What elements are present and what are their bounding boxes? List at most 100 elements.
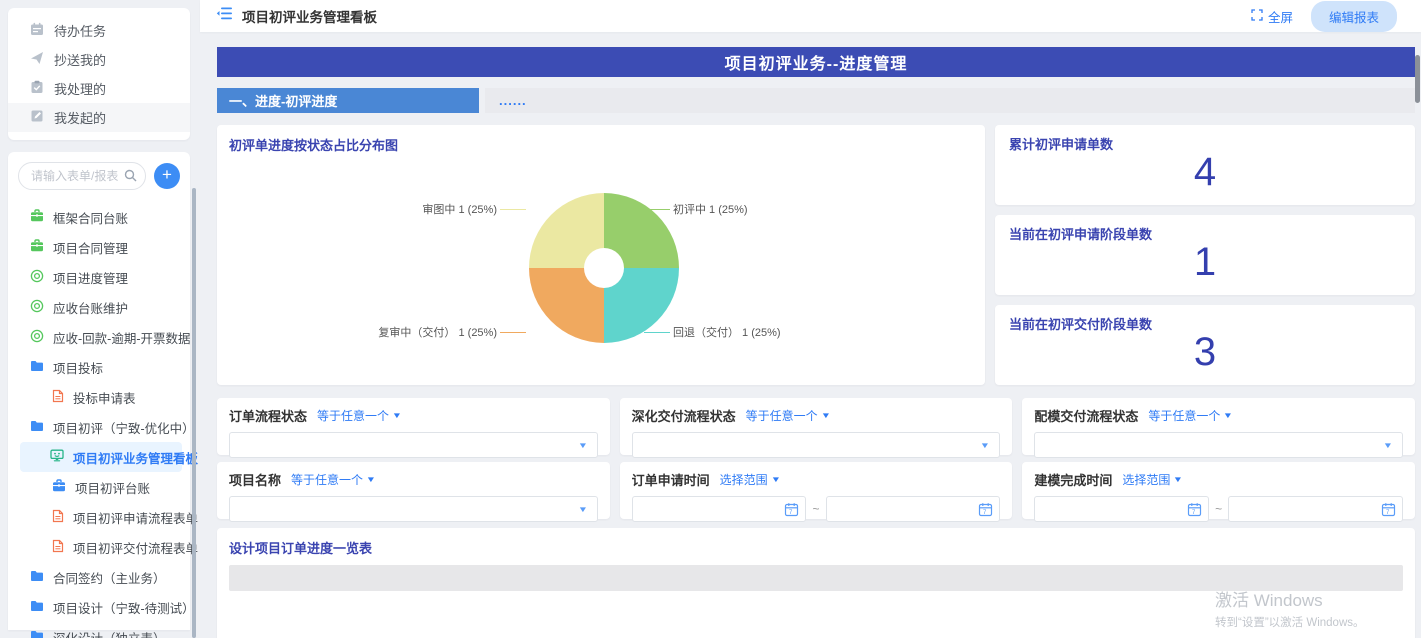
sidebar: 待办任务 抄送我的 我处理的 我发起的 + — [0, 0, 200, 638]
dashboard-banner-title: 项目初评业务--进度管理 — [217, 47, 1415, 77]
fullscreen-button[interactable]: 全屏 — [1251, 7, 1293, 26]
date-input-end[interactable]: 7 — [826, 496, 1001, 522]
tree-item-project-design-folder[interactable]: 项目设计（宁致-待测试） — [8, 592, 190, 622]
target-icon — [30, 299, 44, 316]
pie-label-rolled-back: 回退（交付） 1 (25%) — [644, 324, 781, 340]
tree-item-initial-eval-ledger[interactable]: 项目初评台账 — [8, 472, 190, 502]
page-title: 项目初评业务管理看板 — [242, 6, 377, 26]
sidebar-item-label: 抄送我的 — [54, 50, 106, 69]
tree-item-label: 合同签约（主业务） — [53, 568, 166, 587]
date-input-start[interactable]: 7 — [1034, 496, 1209, 522]
add-button[interactable]: + — [154, 163, 180, 189]
tree-item-initial-eval-folder[interactable]: 项目初评（宁致-优化中） — [8, 412, 190, 442]
filter-operator[interactable]: 等于任意一个▼ — [1148, 407, 1232, 424]
edit-report-button[interactable]: 编辑报表 — [1311, 1, 1397, 32]
chevron-down-icon: ▼ — [578, 441, 588, 450]
filter-operator[interactable]: 等于任意一个▼ — [746, 407, 830, 424]
filter-operator[interactable]: 选择范围▼ — [1122, 471, 1182, 488]
chevron-down-icon: ▼ — [1383, 441, 1393, 450]
main-scrollbar[interactable] — [1415, 55, 1420, 103]
tree-item-project-contract-mgmt[interactable]: 项目合同管理 — [8, 232, 190, 262]
tree-item-project-progress-mgmt[interactable]: 项目进度管理 — [8, 262, 190, 292]
search-row: + — [8, 162, 190, 190]
document-icon — [52, 509, 64, 526]
collapse-menu-icon[interactable] — [216, 7, 232, 25]
pie-label-initial-eval: 初评中 1 (25%) — [644, 201, 748, 217]
folder-icon — [30, 360, 44, 375]
document-icon — [52, 539, 64, 556]
folder-icon — [30, 600, 44, 615]
sidebar-item-todo[interactable]: 待办任务 — [8, 16, 190, 45]
tab-progress-initial-eval[interactable]: 一、进度-初评进度 — [217, 88, 479, 113]
dashboard-icon — [50, 449, 64, 465]
stat-card-total-applications: 累计初评申请单数 4 — [995, 125, 1415, 205]
filter-order-flow-status: 订单流程状态 等于任意一个▼ ▼ — [217, 398, 610, 455]
search-box — [18, 162, 146, 190]
target-icon — [30, 329, 44, 346]
main-area: 项目初评业务管理看板 全屏 编辑报表 项目初评业务--进度管理 一、进度-初评进… — [200, 0, 1421, 638]
sidebar-item-started-by-me[interactable]: 我发起的 — [8, 103, 190, 132]
project-name-select[interactable]: ▼ — [229, 496, 598, 522]
tree-item-label: 项目设计（宁致-待测试） — [53, 598, 195, 617]
tree-item-label: 项目进度管理 — [53, 268, 128, 287]
tree-item-label: 项目初评台账 — [75, 478, 150, 497]
filters-grid: 订单流程状态 等于任意一个▼ ▼ 深化交付流程状态 等于任意一个▼ ▼ 配模交付… — [217, 398, 1415, 519]
sidebar-scrollbar[interactable] — [192, 188, 196, 638]
calendar-icon: 7 — [1381, 502, 1396, 517]
tree-item-initial-eval-apply-form[interactable]: 项目初评申请流程表单 — [8, 502, 190, 532]
sidebar-item-label: 我发起的 — [54, 108, 106, 127]
stat-value: 4 — [1009, 149, 1401, 196]
date-input-start[interactable]: 7 — [632, 496, 807, 522]
sidebar-item-cc-to-me[interactable]: 抄送我的 — [8, 45, 190, 74]
deepen-delivery-status-select[interactable]: ▼ — [632, 432, 1001, 458]
filter-operator[interactable]: 等于任意一个▼ — [291, 471, 375, 488]
range-separator: ~ — [812, 502, 819, 516]
tree-item-frame-contract-ledger[interactable]: 框架合同台账 — [8, 202, 190, 232]
target-icon — [30, 269, 44, 286]
leader-line — [500, 209, 526, 210]
filter-mold-delivery-status: 配模交付流程状态 等于任意一个▼ ▼ — [1022, 398, 1415, 455]
order-progress-table-card: 设计项目订单进度一览表 — [217, 528, 1415, 638]
tree-item-label: 项目投标 — [53, 358, 103, 377]
tree-item-project-bidding-folder[interactable]: 项目投标 — [8, 352, 190, 382]
tree-item-label: 深化设计（独立表） — [53, 628, 166, 638]
tree-item-label: 项目初评（宁致-优化中） — [53, 418, 195, 437]
chevron-down-icon: ▼ — [1173, 475, 1183, 484]
leader-line — [500, 332, 526, 333]
search-icon — [124, 169, 137, 187]
topbar: 项目初评业务管理看板 全屏 编辑报表 — [200, 0, 1421, 32]
sidebar-item-handled-by-me[interactable]: 我处理的 — [8, 74, 190, 103]
calendar-icon — [30, 22, 44, 39]
tree-item-initial-eval-delivery-form[interactable]: 项目初评交付流程表单 — [8, 532, 190, 562]
tree-item-label: 项目合同管理 — [53, 238, 128, 257]
send-icon — [30, 51, 44, 68]
tree-item-label: 项目初评申请流程表单 — [73, 508, 198, 527]
leader-line — [644, 209, 670, 210]
filter-operator[interactable]: 等于任意一个▼ — [317, 407, 401, 424]
document-icon — [52, 389, 64, 406]
order-flow-status-select[interactable]: ▼ — [229, 432, 598, 458]
tree-item-contract-signing-folder[interactable]: 合同签约（主业务） — [8, 562, 190, 592]
filter-operator[interactable]: 选择范围▼ — [720, 471, 780, 488]
pie-label-review-drawing: 审图中 1 (25%) — [422, 201, 526, 217]
calendar-icon: 7 — [784, 502, 799, 517]
calendar-icon: 7 — [1187, 502, 1202, 517]
folder-icon — [30, 570, 44, 585]
tree-item-clipped-folder[interactable]: 深化设计（独立表） — [8, 622, 190, 638]
tree-item-label: 应收-回款-逾期-开票数据 — [53, 328, 191, 347]
sidebar-item-label: 待办任务 — [54, 21, 106, 40]
form-tree-panel: + 框架合同台账 项目合同管理 项目进度管理 应收台账维护 — [8, 152, 190, 630]
app-window: 待办任务 抄送我的 我处理的 我发起的 + — [0, 0, 1421, 638]
date-input-end[interactable]: 7 — [1228, 496, 1403, 522]
tree-item-initial-eval-dashboard[interactable]: 项目初评业务管理看板 — [20, 442, 182, 472]
tree-item-bid-application-form[interactable]: 投标申请表 — [8, 382, 190, 412]
folder-icon — [30, 420, 44, 435]
mold-delivery-status-select[interactable]: ▼ — [1034, 432, 1403, 458]
edit-doc-icon — [30, 109, 44, 126]
briefcase-icon — [30, 239, 44, 255]
tree-item-receivable-ledger[interactable]: 应收台账维护 — [8, 292, 190, 322]
stat-value: 3 — [1009, 329, 1401, 376]
fullscreen-icon — [1251, 9, 1263, 24]
tree-item-receivable-data[interactable]: 应收-回款-逾期-开票数据 — [8, 322, 190, 352]
tab-more[interactable]: ...... — [485, 88, 1415, 113]
